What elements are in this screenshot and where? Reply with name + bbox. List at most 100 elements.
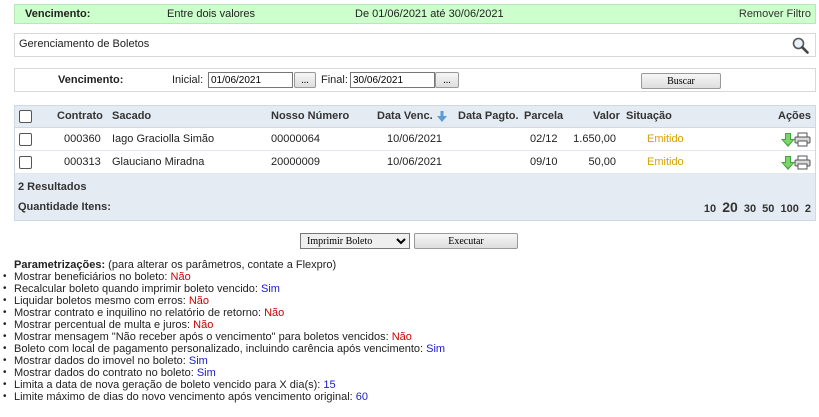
header-contrato[interactable]: Contrato — [57, 110, 103, 122]
printer-icon[interactable] — [794, 132, 811, 147]
final-date-picker-button[interactable]: ... — [435, 72, 459, 88]
final-date-input[interactable] — [350, 72, 435, 88]
page-size-option[interactable]: 2 — [805, 203, 811, 215]
page-size-option[interactable]: 30 — [744, 203, 756, 215]
parameter-item: Boleto com local de pagamento personaliz… — [3, 343, 813, 355]
parameter-item: Mostrar contrato e inquilino no relatóri… — [3, 307, 813, 319]
select-all-checkbox[interactable] — [19, 110, 32, 123]
header-data-venc[interactable]: Data Venc. — [377, 110, 433, 122]
parameter-text: Mostrar dados do contrato no boleto: — [14, 367, 197, 379]
cell-valor: 1.650,00 — [573, 133, 616, 145]
parameter-text: Mostrar mensagem "Não receber após o ven… — [14, 331, 392, 343]
final-date-label: Final: — [321, 74, 348, 86]
header-nosso-numero[interactable]: Nosso Número — [271, 110, 349, 122]
cell-nosso-numero: 00000064 — [271, 133, 320, 145]
results-count: 2 Resultados — [18, 181, 87, 193]
parameter-text: Limita a data de nova geração de boleto … — [14, 379, 324, 391]
parameters-note: (para alterar os parâmetros, contate a F… — [105, 259, 337, 271]
cell-situacao: Emitido — [647, 156, 684, 168]
header-valor[interactable]: Valor — [593, 110, 620, 122]
parameter-item: Recalcular boleto quando imprimir boleto… — [3, 283, 813, 295]
parameter-value: Não — [264, 307, 285, 319]
parameter-text: Mostrar contrato e inquilino no relatóri… — [14, 307, 265, 319]
parameter-value: Sim — [188, 355, 208, 367]
parameter-item: Liquidar boletos mesmo com erros: Não — [3, 295, 813, 307]
cell-parcela: 09/10 — [530, 156, 558, 168]
parameter-text: Recalcular boleto quando imprimir boleto… — [14, 283, 262, 295]
download-icon[interactable] — [781, 156, 795, 170]
parameter-value: Não — [391, 331, 412, 343]
cell-nosso-numero: 20000009 — [271, 156, 320, 168]
table-header: Contrato Sacado Nosso Número Data Venc. … — [15, 106, 815, 128]
parameters-list: Mostrar beneficiários no boleto: Não Rec… — [3, 271, 813, 403]
download-icon[interactable] — [781, 133, 795, 147]
printer-icon[interactable] — [794, 155, 811, 170]
parameter-value: Não — [193, 319, 214, 331]
header-situacao[interactable]: Situação — [626, 110, 672, 122]
page-title: Gerenciamento de Boletos — [19, 38, 150, 50]
cell-valor: 50,00 — [588, 156, 616, 168]
row-checkbox[interactable] — [19, 133, 32, 146]
parameter-text: Boleto com local de pagamento personaliz… — [14, 343, 427, 355]
row-checkbox[interactable] — [19, 156, 32, 169]
filter-range: De 01/06/2021 até 30/06/2021 — [355, 8, 504, 20]
parameter-value: Sim — [196, 367, 216, 379]
page-size-option[interactable]: 50 — [762, 203, 774, 215]
filter-label: Vencimento: — [25, 8, 91, 20]
parameter-text: Liquidar boletos mesmo com erros: — [14, 295, 189, 307]
parameter-item: Mostrar mensagem "Não receber após o ven… — [3, 331, 813, 343]
page-size-selector: 10 20 30 50 100 2 — [701, 199, 811, 215]
parameter-item: Mostrar dados do imovel no boleto: Sim — [3, 355, 813, 367]
search-icon[interactable] — [792, 37, 809, 54]
header-acoes: Ações — [778, 110, 812, 122]
quantity-label: Quantidade Itens: — [18, 201, 111, 213]
parameter-value: Não — [170, 271, 191, 283]
filter-type: Entre dois valores — [167, 8, 256, 20]
parameter-value: 60 — [355, 391, 369, 403]
execute-button[interactable]: Executar — [414, 233, 518, 249]
initial-date-picker-button[interactable]: ... — [294, 72, 316, 88]
remove-filter-link[interactable]: Remover Filtro — [739, 8, 811, 20]
cell-data-venc: 10/06/2021 — [387, 133, 443, 145]
page-title-bar: Gerenciamento de Boletos — [14, 33, 816, 57]
parameter-text: Mostrar dados do imovel no boleto: — [14, 355, 189, 367]
parameter-value: 15 — [323, 379, 336, 391]
parameters-heading: Parametrizações: (para alterar os parâme… — [3, 259, 813, 271]
page-size-option-selected[interactable]: 20 — [722, 199, 738, 215]
page-size-option[interactable]: 10 — [704, 203, 716, 215]
initial-date-input[interactable] — [208, 72, 293, 88]
parameters-title: Parametrizações: — [14, 259, 106, 271]
parameter-item: Mostrar dados do contrato no boleto: Sim — [3, 367, 813, 379]
header-parcela[interactable]: Parcela — [524, 110, 563, 122]
parameters-section: Parametrizações: (para alterar os parâme… — [3, 259, 813, 403]
cell-contrato: 000360 — [64, 133, 101, 145]
parameter-value: Não — [188, 295, 210, 307]
search-button[interactable]: Buscar — [641, 73, 721, 89]
cell-situacao: Emitido — [647, 133, 684, 145]
parameter-text: Mostrar beneficiários no boleto: — [14, 271, 171, 283]
parameter-item: Mostrar percentual de multa e juros: Não — [3, 319, 813, 331]
cell-contrato: 000313 — [64, 156, 101, 168]
parameter-text: Mostrar percentual de multa e juros: — [14, 319, 194, 331]
cell-sacado: Glauciano Miradna — [112, 156, 205, 168]
search-form: Vencimento: Inicial: ... Final: ... Busc… — [14, 68, 816, 92]
parameter-item: Mostrar beneficiários no boleto: Não — [3, 271, 813, 283]
sort-down-icon[interactable] — [437, 111, 447, 122]
page-size-option[interactable]: 100 — [780, 203, 798, 215]
boletos-table: Contrato Sacado Nosso Número Data Venc. … — [14, 105, 816, 221]
initial-date-label: Inicial: — [172, 74, 204, 86]
cell-sacado: Iago Graciolla Simão — [112, 133, 215, 145]
header-sacado[interactable]: Sacado — [112, 110, 151, 122]
action-select[interactable]: Imprimir Boleto — [300, 233, 410, 249]
table-row: 000313 Glauciano Miradna 20000009 10/06/… — [15, 151, 815, 174]
active-filter-bar: Vencimento: Entre dois valores De 01/06/… — [14, 4, 816, 24]
parameter-value: Sim — [426, 343, 446, 355]
header-data-pagto[interactable]: Data Pagto. — [458, 110, 519, 122]
bulk-action-bar: Imprimir Boleto Executar — [300, 233, 530, 249]
cell-data-venc: 10/06/2021 — [387, 156, 443, 168]
parameter-text: Limite máximo de dias do novo vencimento… — [14, 391, 356, 403]
parameter-value: Sim — [261, 283, 280, 295]
vencimento-label: Vencimento: — [58, 74, 124, 86]
table-row: 000360 Iago Graciolla Simão 00000064 10/… — [15, 128, 815, 151]
parameter-item: Limite máximo de dias do novo vencimento… — [3, 391, 813, 403]
